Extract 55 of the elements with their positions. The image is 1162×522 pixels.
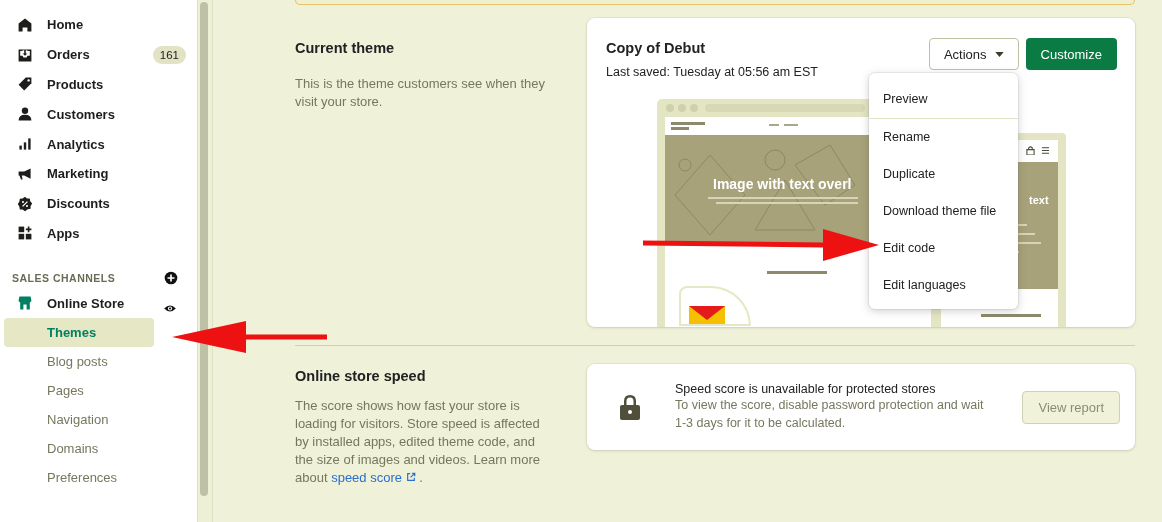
last-saved: Last saved: Tuesday at 05:56 am EST	[606, 65, 818, 79]
speed-score-link[interactable]: speed score	[331, 470, 416, 485]
section-heading: SALES CHANNELS	[12, 272, 116, 285]
add-icon[interactable]	[164, 271, 178, 286]
nav-item[interactable]: Online Store	[0, 288, 197, 319]
section-title: Online store speed	[295, 368, 427, 384]
hero-title: text	[1029, 194, 1050, 206]
heading-line-drawing	[767, 271, 827, 274]
external-link-icon	[405, 472, 416, 482]
theme-name: Copy of Debut	[606, 40, 707, 56]
nav-item[interactable]: Apps	[0, 218, 197, 249]
apps-icon	[17, 225, 33, 242]
home-icon	[17, 16, 33, 33]
menu-item[interactable]: Duplicate	[869, 156, 1018, 193]
products-icon	[17, 76, 33, 93]
sub-nav-item[interactable]: Domains	[4, 434, 154, 464]
customers-icon	[17, 106, 33, 123]
count-badge: 161	[152, 45, 186, 64]
menu-item[interactable]: Edit languages	[869, 267, 1018, 304]
customize-button[interactable]: Customize	[1025, 38, 1117, 70]
nav-item[interactable]: Customers	[0, 99, 197, 130]
menu-icon	[1041, 146, 1050, 155]
nav-item[interactable]: Home	[0, 10, 197, 40]
nav-item[interactable]: Orders 161	[0, 39, 197, 70]
actions-button[interactable]: Actions	[928, 38, 1019, 70]
nav-item[interactable]: Marketing	[0, 159, 197, 189]
bag-icon	[1026, 146, 1035, 155]
sub-nav-item[interactable]: Preferences	[4, 463, 154, 493]
orders-icon	[17, 46, 33, 63]
section-title: Current theme	[295, 40, 396, 56]
discounts-icon	[17, 195, 33, 212]
nav-item[interactable]: Discounts	[0, 188, 197, 219]
speed-message: To view the score, disable password protection and wait 1-3 days for it to be calculated.	[675, 397, 985, 432]
sub-nav-item[interactable]: Themes	[4, 318, 154, 348]
caret-icon	[994, 51, 1004, 57]
heading-line-drawing	[981, 314, 1041, 317]
menu-item[interactable]: Download theme file	[869, 193, 1018, 230]
menu-item[interactable]: Rename	[869, 119, 1018, 156]
menu-item[interactable]: Edit code	[869, 230, 1018, 267]
scrollbar[interactable]	[197, 0, 213, 522]
storefront-icon	[17, 295, 33, 312]
nav-item[interactable]: Products	[0, 69, 197, 100]
sub-nav-item[interactable]: Blog posts	[4, 347, 154, 377]
section-description: The score shows how fast your store is loading for visitors. Store speed is affected by installed apps, edited theme code, and the size of images and videos. Learn more about speed score .	[295, 397, 541, 487]
lock-icon	[618, 394, 642, 420]
nav-item[interactable]: Analytics	[0, 129, 197, 159]
sub-nav-item[interactable]: Pages	[4, 376, 154, 406]
speed-title: Speed score is unavailable for protected stores	[675, 382, 937, 396]
marketing-icon	[17, 165, 33, 182]
envelope-icon	[689, 306, 725, 324]
menu-item[interactable]: Preview	[869, 81, 1018, 118]
hero-title: Image with text overl	[713, 176, 852, 192]
sub-nav-item[interactable]: Navigation	[4, 405, 154, 435]
section-description: This is the theme customers see when they visit your store.	[295, 75, 546, 111]
analytics-icon	[17, 136, 33, 153]
